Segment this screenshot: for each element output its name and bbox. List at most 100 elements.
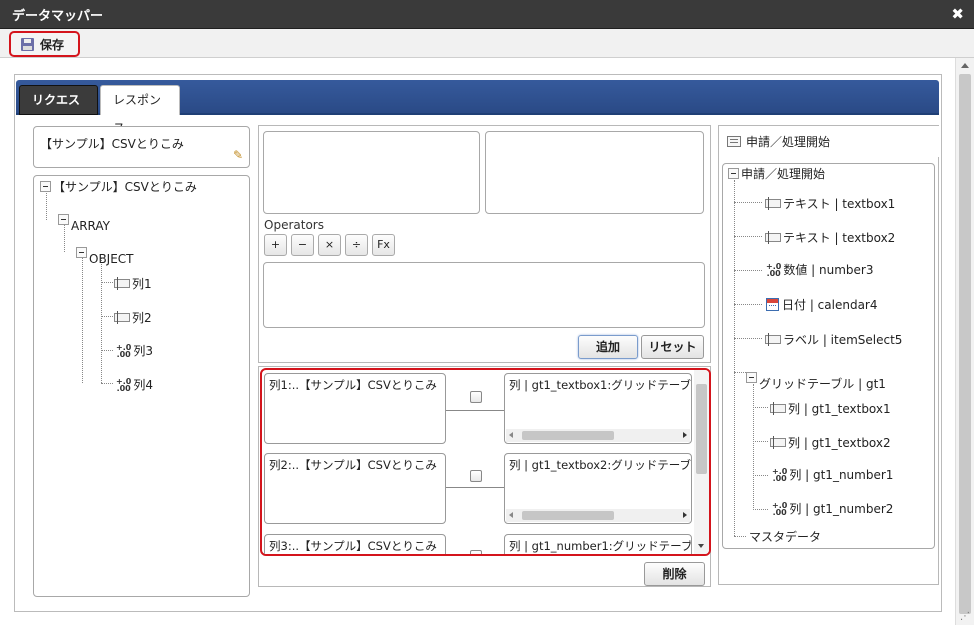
window-scrollbar[interactable] (955, 58, 974, 625)
edit-pencil-icon[interactable]: ✎ (233, 148, 243, 162)
scroll-right-icon[interactable] (683, 512, 687, 518)
scrollbar-thumb[interactable] (696, 384, 707, 474)
minus-button[interactable]: − (291, 234, 314, 256)
collapse-icon[interactable] (728, 168, 739, 179)
formula-source-box[interactable] (263, 131, 480, 214)
scroll-left-icon[interactable] (509, 512, 513, 518)
tree-node-label: 列2 (132, 311, 152, 325)
close-icon[interactable]: ✖ (951, 5, 964, 23)
source-tree: 【サンプル】CSVとりこみ ARRAY OBJECT 列1 列2 +.0.00 … (33, 175, 250, 597)
reset-button[interactable]: リセット (641, 335, 704, 359)
function-button[interactable]: Fx (372, 234, 395, 256)
mapping-source[interactable]: 列2:..【サンプル】CSVとりこみ (264, 453, 446, 524)
window-titlebar: データマッパー ✖ (0, 0, 974, 29)
tree-connector (101, 258, 102, 383)
mapping-target-label: 列 | gt1_number1:グリッドテーブル (509, 539, 691, 553)
mapping-target[interactable]: 列 | gt1_textbox2:グリッドテーブル (504, 453, 692, 524)
number-field-icon: +.0.00 (116, 342, 132, 359)
plus-button[interactable]: + (264, 234, 287, 256)
text-field-icon (765, 231, 781, 244)
tree-node-label: テキスト | textbox1 (783, 197, 896, 211)
tree-node-object[interactable]: OBJECT (76, 238, 134, 266)
tree-connector (734, 536, 746, 537)
tree-node-field[interactable]: +.0.00 列 | gt1_number1 (772, 466, 893, 483)
tree-node-grid[interactable]: グリッドテーブル | gt1 (746, 363, 886, 392)
tree-node-label: 数値 | number3 (783, 263, 874, 277)
tree-node-field[interactable]: +.0.00 数値 | number3 (766, 261, 873, 278)
tree-node-label: グリッドテーブル | gt1 (759, 377, 886, 391)
mapping-source[interactable]: 列1:..【サンプル】CSVとりこみ (264, 373, 446, 444)
mapping-checkbox[interactable] (470, 550, 482, 554)
expression-box[interactable] (263, 262, 705, 328)
collapse-icon[interactable] (746, 372, 757, 383)
save-button-label: 保存 (40, 37, 65, 52)
tree-connector (734, 180, 735, 536)
scrollbar-thumb[interactable] (959, 74, 971, 614)
mapping-list: 列1:..【サンプル】CSVとりこみ 列 | gt1_textbox1:グリッド… (260, 368, 711, 556)
add-button[interactable]: 追加 (578, 335, 638, 359)
number-field-icon: +.0.00 (116, 376, 132, 393)
operators-label: Operators (264, 218, 324, 232)
source-name: 【サンプル】CSVとりこみ (40, 137, 184, 151)
scroll-right-icon[interactable] (683, 432, 687, 438)
scrollbar-thumb[interactable] (522, 511, 614, 520)
text-field-icon (114, 311, 130, 324)
floppy-disk-icon (21, 37, 34, 51)
scroll-down-icon[interactable] (698, 544, 704, 548)
resize-grip-icon[interactable]: ⋰ (960, 611, 970, 622)
tree-node-field[interactable]: +.0.00 列4 (116, 376, 153, 393)
tree-connector (753, 509, 768, 510)
save-button[interactable]: 保存 (9, 31, 80, 57)
multiply-button[interactable]: × (318, 234, 341, 256)
tree-connector (734, 202, 762, 203)
mapping-checkbox[interactable] (470, 470, 482, 482)
tree-node-array[interactable]: ARRAY (58, 205, 110, 233)
scroll-left-icon[interactable] (509, 432, 513, 438)
tree-node-field[interactable]: +.0.00 列 | gt1_number2 (772, 500, 893, 517)
tree-node-field[interactable]: テキスト | textbox1 (765, 195, 895, 212)
tree-connector (734, 372, 746, 373)
target-header-label: 申請／処理開始 (746, 135, 831, 149)
tab-request[interactable]: リクエスト (19, 85, 98, 135)
mapping-source[interactable]: 列3:..【サンプル】CSVとりこみ (264, 534, 446, 554)
tree-node-field[interactable]: +.0.00 列3 (116, 342, 153, 359)
tree-connector (101, 282, 113, 283)
tree-node-field[interactable]: ラベル | itemSelect5 (765, 331, 902, 348)
divide-button[interactable]: ÷ (345, 234, 368, 256)
tree-node-root[interactable]: 申請／処理開始 (728, 165, 825, 182)
tree-node-field[interactable]: 日付 | calendar4 (766, 296, 878, 313)
collapse-icon[interactable] (76, 246, 87, 258)
collapse-icon[interactable] (58, 213, 69, 225)
scrollbar-thumb[interactable] (522, 431, 614, 440)
tree-connector (101, 383, 113, 384)
mapping-target[interactable]: 列 | gt1_number1:グリッドテーブル (504, 534, 692, 554)
horizontal-scrollbar[interactable] (506, 509, 690, 522)
mapping-connector (446, 487, 504, 488)
tree-node-field[interactable]: 列 | gt1_textbox2 (770, 434, 891, 451)
tree-node-label: テキスト | textbox2 (783, 231, 896, 245)
tree-node-field[interactable]: 列1 (114, 275, 152, 292)
mapping-target-label: 列 | gt1_textbox1:グリッドテーブル (509, 378, 691, 392)
tree-node-field[interactable]: 列 | gt1_textbox1 (770, 400, 891, 417)
tree-node-field[interactable]: 列2 (114, 309, 152, 326)
text-field-icon (770, 436, 786, 449)
tree-node-root[interactable]: 【サンプル】CSVとりこみ (40, 178, 197, 195)
tab-response[interactable]: レスポンス (100, 85, 180, 135)
tree-node-label: ラベル | itemSelect5 (783, 333, 903, 347)
tree-node-label: 列4 (133, 378, 153, 392)
number-field-icon: +.0.00 (772, 466, 788, 483)
form-icon (727, 136, 741, 147)
formula-target-box[interactable] (485, 131, 704, 214)
collapse-icon[interactable] (40, 181, 51, 192)
tree-node-field[interactable]: テキスト | textbox2 (765, 229, 895, 246)
tab-bar: リクエスト レスポンス (16, 80, 939, 135)
tree-node-label: 列1 (132, 277, 152, 291)
mapping-target[interactable]: 列 | gt1_textbox1:グリッドテーブル (504, 373, 692, 444)
text-field-icon (765, 197, 781, 210)
delete-button[interactable]: 削除 (644, 562, 705, 586)
mapping-scrollbar[interactable] (694, 370, 709, 554)
scroll-up-icon[interactable] (961, 63, 969, 68)
mapping-checkbox[interactable] (470, 391, 482, 403)
tree-node-master[interactable]: マスタデータ (749, 528, 821, 545)
horizontal-scrollbar[interactable] (506, 429, 690, 442)
